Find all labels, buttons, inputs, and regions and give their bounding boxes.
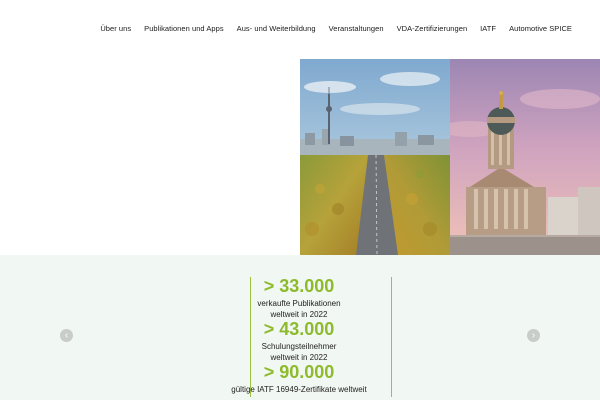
site-header: Über uns Publikationen und Apps Aus- und…	[0, 0, 600, 59]
stat-number: > 43.000	[263, 319, 335, 339]
stat-label: Schulungsteilnehmer	[261, 342, 337, 351]
stat-publications: > 33.000 verkaufte Publikationen weltwei…	[240, 276, 358, 320]
slider-next-button[interactable]: ›	[527, 329, 540, 342]
hero-section	[0, 59, 600, 255]
nav-item-vda-zertifizierungen[interactable]: VDA-Zertifizierungen	[397, 24, 468, 33]
statistics-section: ‹ › > 33.000 verkaufte Publikationen wel…	[0, 255, 600, 400]
nav-item-automotive-spice[interactable]: Automotive SPICE	[509, 24, 572, 33]
chevron-right-icon: ›	[531, 330, 536, 341]
berlin-aerial-image	[300, 59, 450, 255]
stat-certificates: > 90.000 gültige IATF 16949-Zertifikate …	[230, 362, 368, 395]
nav-item-iatf[interactable]: IATF	[480, 24, 496, 33]
chevron-left-icon: ‹	[64, 330, 69, 341]
nav-item-publikationen[interactable]: Publikationen und Apps	[144, 24, 224, 33]
stat-training-participants: > 43.000 Schulungsteilnehmer weltweit in…	[240, 319, 358, 363]
stat-label: verkaufte Publikationen	[257, 299, 341, 308]
cathedral-image	[450, 59, 600, 255]
divider-right	[391, 277, 392, 397]
hero-blank-panel	[0, 59, 300, 255]
main-navigation: Über uns Publikationen und Apps Aus- und…	[100, 24, 572, 33]
nav-item-veranstaltungen[interactable]: Veranstaltungen	[329, 24, 384, 33]
stat-number: > 90.000	[263, 362, 335, 382]
stat-label: gültige IATF 16949-Zertifikate weltweit	[231, 385, 367, 394]
stat-number: > 33.000	[263, 276, 335, 296]
nav-item-ueber-uns[interactable]: Über uns	[100, 24, 131, 33]
nav-item-aus-weiterbildung[interactable]: Aus- und Weiterbildung	[237, 24, 316, 33]
slider-prev-button[interactable]: ‹	[60, 329, 73, 342]
